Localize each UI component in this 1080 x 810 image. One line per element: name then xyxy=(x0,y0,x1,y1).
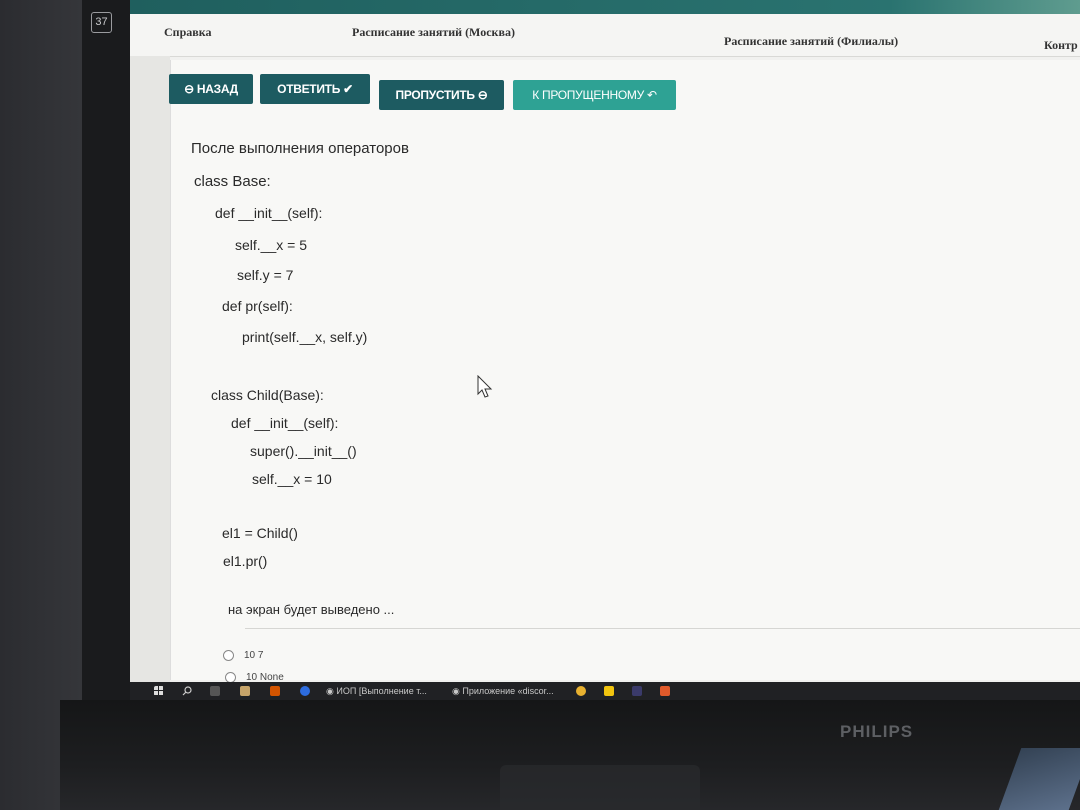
code-line: def pr(self): xyxy=(222,298,293,314)
monitor-bezel-left xyxy=(82,0,130,700)
yandex-browser-icon: ◉ xyxy=(452,686,460,696)
store-icon[interactable] xyxy=(240,686,250,696)
yandex-browser-icon: ◉ xyxy=(326,686,334,696)
code-line: super().__init__() xyxy=(250,443,357,459)
taskbar-item-browser[interactable]: ◉ ИОП [Выполнение т... xyxy=(326,684,427,698)
header-strip xyxy=(130,0,1080,14)
taskbar: ◉ ИОП [Выполнение т... ◉ Приложение «dis… xyxy=(130,682,1080,700)
search-icon[interactable] xyxy=(182,686,192,696)
monitor-brand-logo: PHILIPS xyxy=(840,722,914,741)
back-arrow-icon: ⊖ xyxy=(184,82,197,96)
code-line: el1.pr() xyxy=(223,553,268,569)
corner-badge: 37 xyxy=(91,12,112,33)
code-line: self.__x = 10 xyxy=(252,471,332,487)
code-line: def __init__(self): xyxy=(215,205,323,221)
skip-button[interactable]: ПРОПУСТИТЬ ⊖ xyxy=(379,80,504,110)
nav-link-help[interactable]: Справка xyxy=(164,25,211,40)
nav-link-schedule-moscow[interactable]: Расписание занятий (Москва) xyxy=(352,25,515,40)
code-line: class Base: xyxy=(194,173,271,190)
question-panel: ⊖ НАЗАД ОТВЕТИТЬ ✔ ПРОПУСТИТЬ ⊖ К ПРОПУЩ… xyxy=(169,60,1080,683)
content-left-gutter xyxy=(130,56,170,700)
code-line: print(self.__x, self.y) xyxy=(242,329,368,345)
divider xyxy=(245,628,1080,629)
code-line: el1 = Child() xyxy=(222,525,298,541)
app-icon[interactable] xyxy=(660,686,670,696)
taskbar-item-discord[interactable]: ◉ Приложение «discor... xyxy=(452,684,554,698)
skip-circle-icon: ⊖ xyxy=(474,88,488,102)
top-navigation: Справка Расписание занятий (Москва) Расп… xyxy=(130,14,1080,57)
back-button[interactable]: ⊖ НАЗАД xyxy=(169,74,253,104)
to-skipped-button[interactable]: К ПРОПУЩЕННОМУ ↶ xyxy=(513,80,676,110)
windows-start-icon[interactable] xyxy=(154,686,164,696)
monitor-stand xyxy=(500,765,700,810)
nav-link-control[interactable]: Контр xyxy=(1044,38,1078,53)
nav-link-schedule-branches[interactable]: Расписание занятий (Филиалы) xyxy=(724,34,898,49)
app-icon[interactable] xyxy=(632,686,642,696)
radio-button[interactable] xyxy=(223,650,234,661)
answer-button[interactable]: ОТВЕТИТЬ ✔ xyxy=(260,74,370,104)
mouse-cursor-icon xyxy=(477,375,493,398)
code-line: self.__x = 5 xyxy=(235,237,307,253)
return-arrow-icon: ↶ xyxy=(643,88,657,102)
zoom-icon[interactable] xyxy=(300,686,310,696)
question-intro: После выполнения операторов xyxy=(191,140,409,157)
question-outro: на экран будет выведено ... xyxy=(228,602,395,617)
checkmark-icon: ✔ xyxy=(340,82,353,96)
code-line: class Child(Base): xyxy=(211,387,324,403)
code-line: self.y = 7 xyxy=(237,267,294,283)
office-icon[interactable] xyxy=(270,686,280,696)
code-line: def __init__(self): xyxy=(231,415,339,431)
answer-option[interactable]: 10 7 xyxy=(223,650,263,661)
screen: Справка Расписание занятий (Москва) Расп… xyxy=(130,0,1080,700)
chrome-icon[interactable] xyxy=(576,686,586,696)
file-explorer-icon[interactable] xyxy=(604,686,614,696)
task-view-icon[interactable] xyxy=(210,686,220,696)
